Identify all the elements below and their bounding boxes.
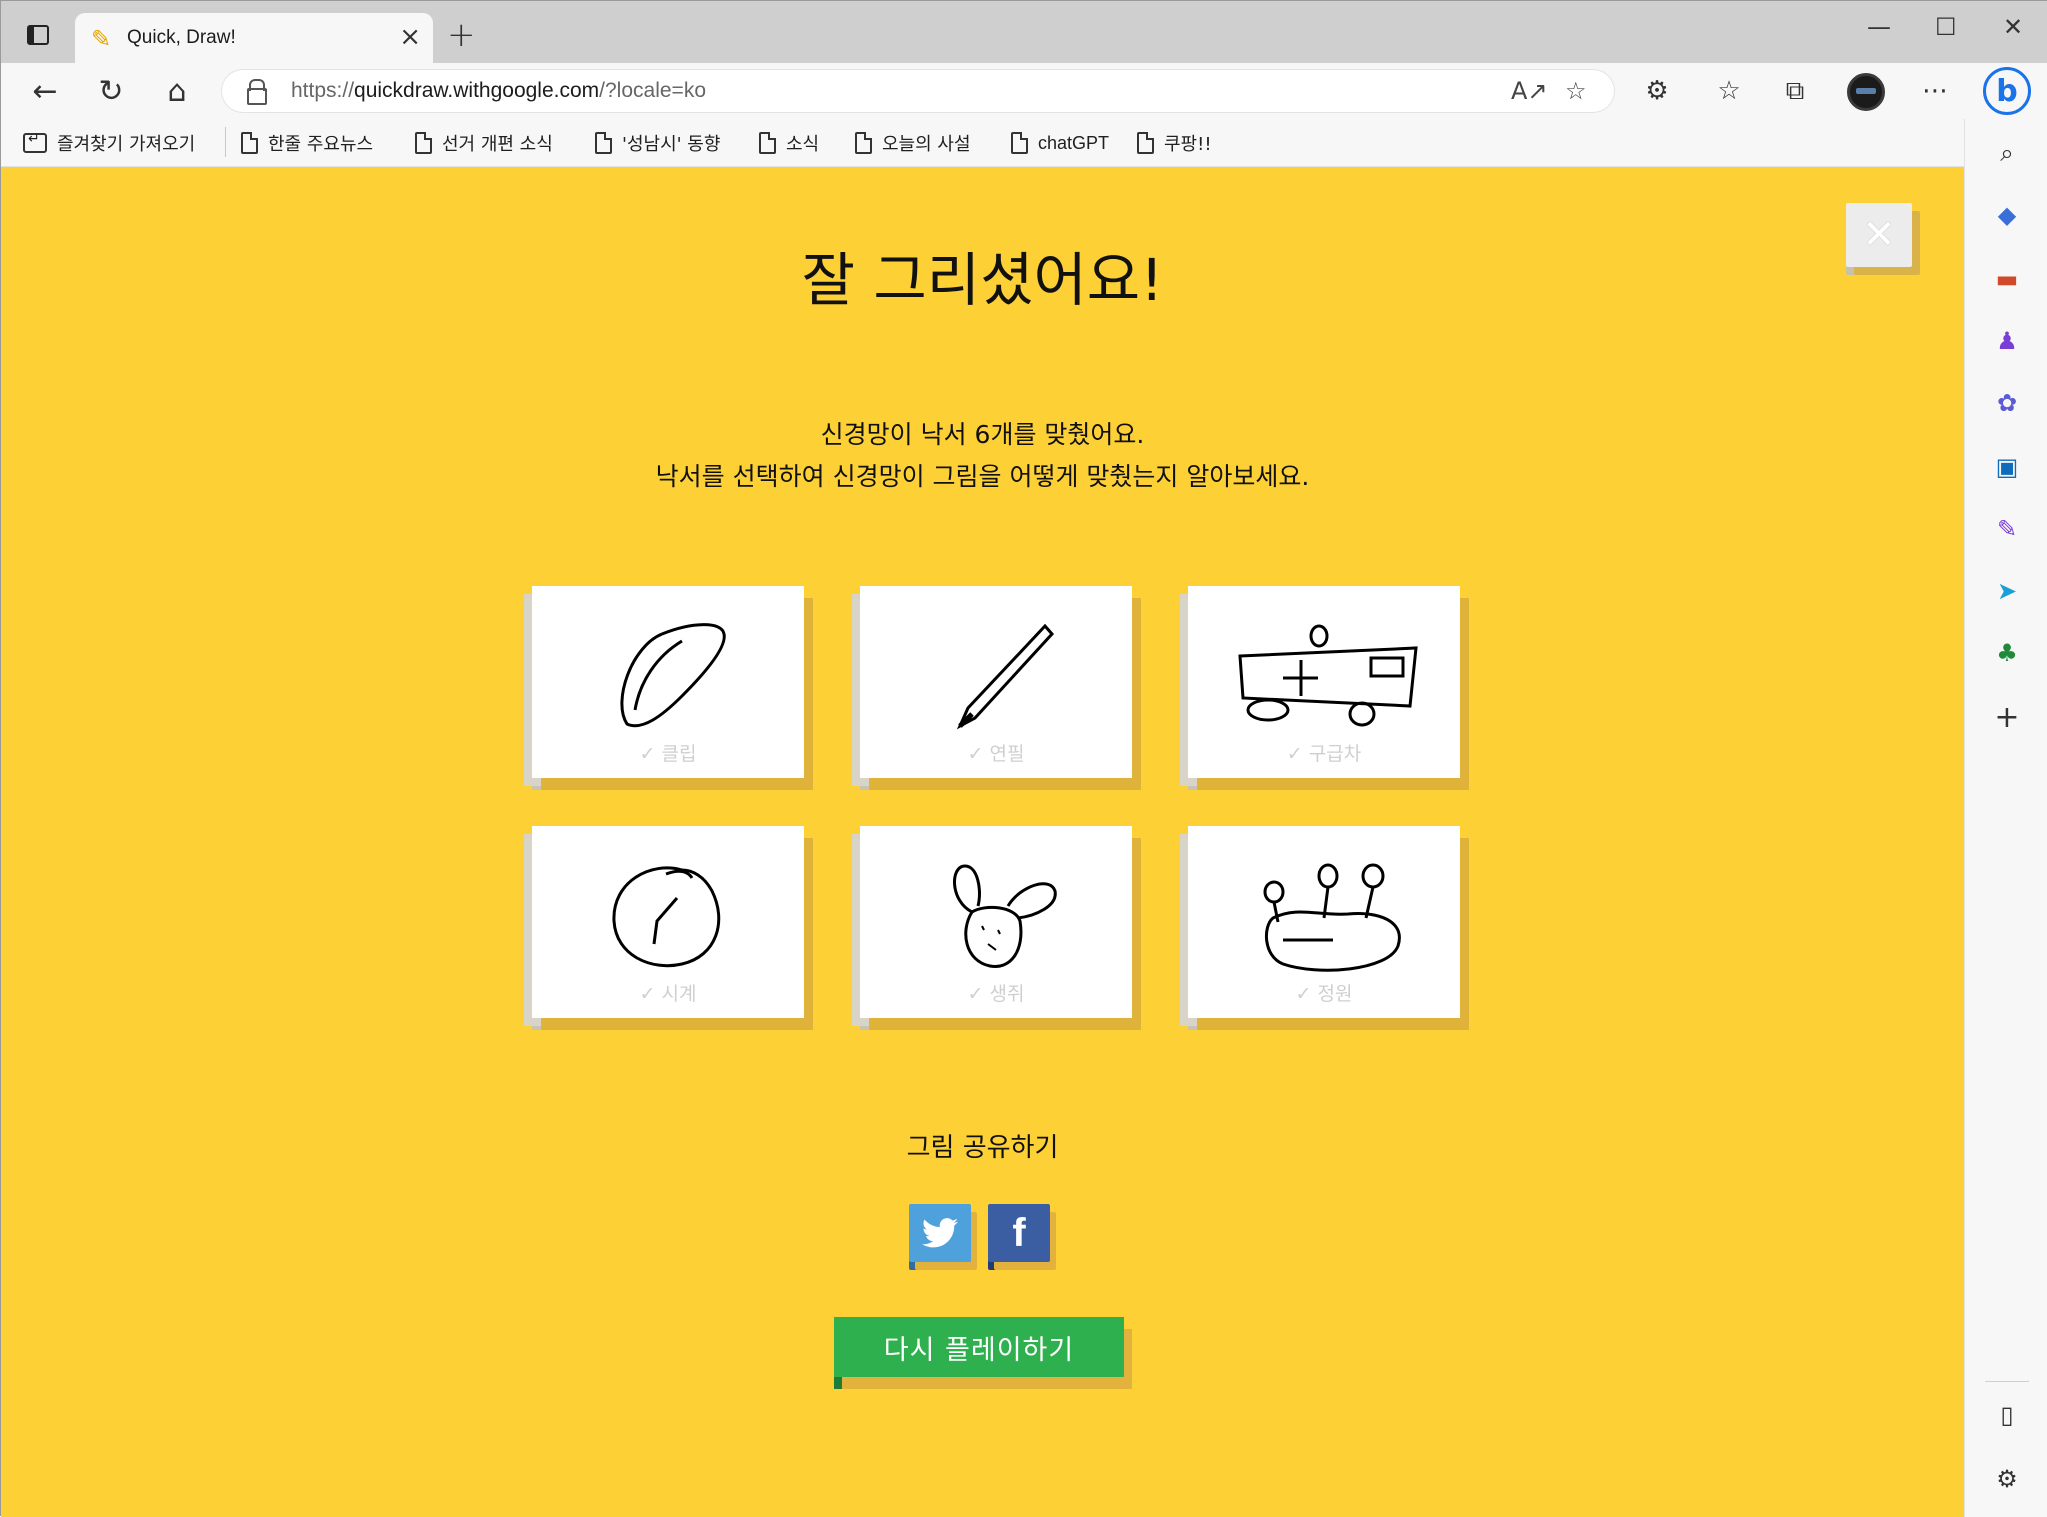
- home-icon[interactable]: ⌂: [155, 71, 199, 111]
- lock-icon[interactable]: [247, 79, 267, 105]
- sidebar-separator: [1985, 1381, 2029, 1382]
- sidebar-settings-icon[interactable]: ⚙: [1991, 1463, 2023, 1495]
- edge-sidebar: ⌕ ◆ ▬ ♟ ✿ ▣ ✎ ➤ ♣ + ▯ ⚙: [1964, 119, 2047, 1517]
- drawing-card-garden[interactable]: ✓ 정원: [1188, 826, 1460, 1018]
- hide-sidebar-icon[interactable]: ▯: [1991, 1399, 2023, 1431]
- tab-actions-icon[interactable]: [21, 20, 55, 54]
- add-sidebar-app-icon[interactable]: +: [1991, 700, 2023, 735]
- read-aloud-icon[interactable]: A↗: [1511, 77, 1548, 105]
- games-icon[interactable]: ♟: [1991, 325, 2023, 357]
- favorite-item[interactable]: 선거 개편 소식: [415, 127, 553, 159]
- page-icon: [1011, 132, 1028, 154]
- browser-window: ✎ Quick, Draw! × + — ☐ ✕ ← ↻ ⌂ https://q…: [0, 0, 2047, 1517]
- page-icon: [1137, 132, 1154, 154]
- tab-strip: ✎ Quick, Draw! × + — ☐ ✕: [1, 1, 2047, 63]
- drawing-card-paperclip[interactable]: ✓ 클립: [532, 586, 804, 778]
- drawing-label: ✓ 클립: [639, 743, 697, 765]
- bing-copilot-icon[interactable]: b: [1983, 67, 2031, 115]
- tab-title: Quick, Draw!: [127, 27, 236, 48]
- url-text[interactable]: https://quickdraw.withgoogle.com/?locale…: [291, 79, 706, 103]
- refresh-icon[interactable]: ↻: [89, 71, 133, 111]
- tools-briefcase-icon[interactable]: ▬: [1991, 263, 2023, 295]
- favorite-item[interactable]: 소식: [759, 127, 819, 159]
- favorite-item[interactable]: chatGPT: [1011, 127, 1109, 159]
- add-favorite-icon[interactable]: ☆: [1565, 77, 1587, 105]
- favorite-item[interactable]: 한줄 주요뉴스: [241, 127, 373, 159]
- drawing-card-clock[interactable]: ✓ 시계: [532, 826, 804, 1018]
- page-icon: [759, 132, 776, 154]
- favorite-item[interactable]: 쿠팡!!: [1137, 127, 1212, 159]
- favorite-item[interactable]: 오늘의 사설: [855, 127, 971, 159]
- favorite-item[interactable]: '성남시' 동향: [595, 127, 720, 159]
- page-title: 잘 그리셨어요!: [801, 246, 1164, 314]
- quickdraw-results-page: 잘 그리셨어요! ✕ 신경망이 낙서 6개를 맞췄어요. 낙서를 선택하여 신경…: [1, 167, 1964, 1517]
- drawing-card-mouse[interactable]: ✓ 생쥐: [860, 826, 1132, 1018]
- facebook-share-button[interactable]: f: [988, 1204, 1050, 1262]
- outlook-icon[interactable]: ▣: [1991, 451, 2023, 483]
- favorites-separator: [225, 127, 226, 157]
- close-tab-icon[interactable]: ×: [399, 22, 421, 52]
- page-icon: [595, 132, 612, 154]
- back-icon[interactable]: ←: [23, 71, 67, 111]
- designer-icon[interactable]: ✎: [1991, 513, 2023, 545]
- twitter-share-button[interactable]: [909, 1204, 971, 1262]
- tab-quick-draw[interactable]: ✎ Quick, Draw! ×: [75, 13, 433, 63]
- window-close-icon[interactable]: ✕: [2003, 13, 2023, 41]
- facebook-icon: f: [1012, 1210, 1026, 1255]
- favorites-icon[interactable]: ☆: [1707, 71, 1751, 111]
- drawing-label: ✓ 시계: [639, 983, 697, 1005]
- profile-avatar[interactable]: [1847, 73, 1885, 111]
- page-icon: [855, 132, 872, 154]
- result-message-line2: 낙서를 선택하여 신경망이 그림을 어떻게 맞췄는지 알아보세요.: [655, 462, 1310, 491]
- address-bar[interactable]: https://quickdraw.withgoogle.com/?locale…: [221, 69, 1615, 113]
- shopping-tag-icon[interactable]: ◆: [1991, 199, 2023, 231]
- share-label: 그림 공유하기: [906, 1133, 1059, 1163]
- browser-toolbar: ← ↻ ⌂ https://quickdraw.withgoogle.com/?…: [1, 63, 2047, 119]
- drawing-label: ✓ 생쥐: [967, 983, 1025, 1005]
- favorites-bar: 즐겨찾기 가져오기 한줄 주요뉴스 선거 개편 소식 '성남시' 동향 소식 오…: [1, 119, 1964, 167]
- telegram-icon[interactable]: ➤: [1991, 575, 2023, 607]
- result-message-line1: 신경망이 낙서 6개를 맞췄어요.: [820, 420, 1145, 449]
- import-icon: [23, 131, 47, 153]
- more-menu-icon[interactable]: ⋯: [1913, 71, 1957, 111]
- drawing-card-ambulance[interactable]: ✓ 구급차: [1188, 586, 1460, 778]
- quickdraw-favicon-icon: ✎: [91, 25, 112, 53]
- microsoft365-icon[interactable]: ✿: [1991, 387, 2023, 419]
- drawing-label: ✓ 구급차: [1286, 743, 1362, 765]
- drawing-card-pencil[interactable]: ✓ 연필: [860, 586, 1132, 778]
- favorite-import[interactable]: 즐겨찾기 가져오기: [23, 127, 195, 159]
- minimize-icon[interactable]: —: [1867, 13, 1891, 41]
- page-icon: [241, 132, 258, 154]
- tree-icon[interactable]: ♣: [1991, 637, 2023, 669]
- search-icon[interactable]: ⌕: [1991, 137, 2023, 169]
- play-again-button[interactable]: 다시 플레이하기: [834, 1317, 1124, 1377]
- drawing-label: ✓ 정원: [1295, 983, 1353, 1005]
- drawing-label: ✓ 연필: [967, 743, 1025, 765]
- extensions-icon[interactable]: ⚙: [1635, 71, 1679, 111]
- maximize-icon[interactable]: ☐: [1935, 13, 1957, 41]
- page-icon: [415, 132, 432, 154]
- close-results-button[interactable]: ✕: [1846, 203, 1912, 267]
- twitter-bird-icon: [922, 1218, 958, 1248]
- close-icon: ✕: [1862, 212, 1896, 258]
- new-tab-icon[interactable]: +: [447, 15, 476, 55]
- collections-icon[interactable]: ⧉: [1773, 71, 1817, 111]
